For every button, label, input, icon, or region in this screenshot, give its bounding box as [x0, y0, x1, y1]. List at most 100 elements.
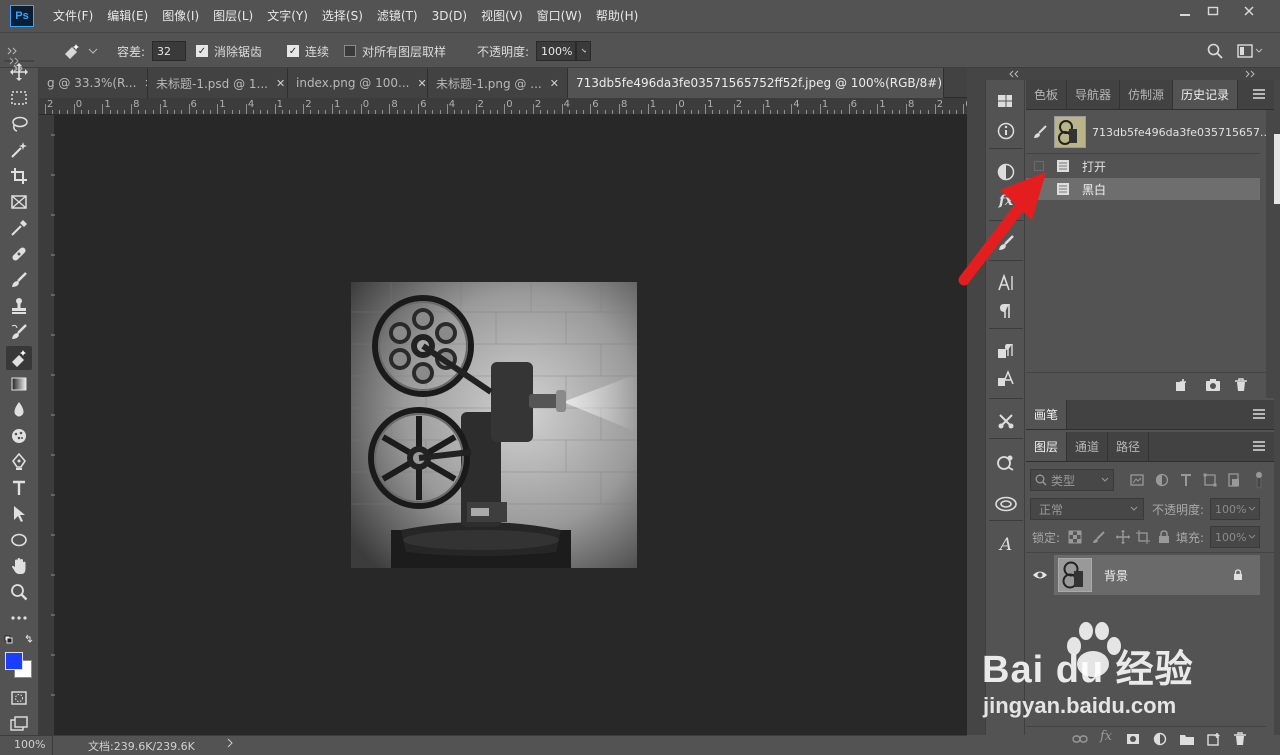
antialias-checkbox[interactable]: ✓ 消除锯齿 [196, 33, 262, 69]
menu-window[interactable]: 窗口(W) [530, 0, 589, 32]
history-step-black-white[interactable]: 黑白 [1026, 178, 1260, 200]
tab-layers[interactable]: 图层 [1026, 432, 1068, 461]
layer-opacity-input[interactable]: 100% [1210, 498, 1260, 520]
zoom-tool[interactable] [6, 580, 32, 604]
marquee-tool[interactable] [6, 86, 32, 110]
healing-brush-tool[interactable] [6, 242, 32, 266]
history-snapshot[interactable]: 713db5fe496da3fe035715657... [1026, 114, 1274, 150]
blend-mode-select[interactable]: 正常 [1030, 498, 1144, 520]
gradient-tool[interactable] [6, 372, 32, 396]
frame-tool[interactable] [6, 190, 32, 214]
filter-smart-object-icon[interactable] [1227, 473, 1241, 487]
delete-layer-icon[interactable] [1233, 732, 1247, 746]
tab-navigator[interactable]: 导航器 [1067, 80, 1121, 109]
close-tab-icon[interactable]: ✕ [409, 77, 426, 90]
menu-file[interactable]: 文件(F) [46, 0, 100, 32]
workspace-button[interactable] [1237, 33, 1263, 69]
tab-doc-4[interactable]: 未标题-1.png @ ... ✕ [428, 68, 568, 98]
ellipse-tool[interactable] [6, 528, 32, 552]
tool-preset-picker[interactable] [62, 33, 98, 69]
paragraph-panel-button[interactable] [992, 298, 1020, 324]
move-tool[interactable] [6, 60, 32, 84]
filter-adjustment-icon[interactable] [1155, 473, 1169, 487]
double-chevron-left-icon[interactable] [1007, 70, 1021, 78]
canvas-area[interactable] [55, 115, 967, 735]
filter-type-icon[interactable] [1179, 473, 1193, 487]
layer-row-background[interactable]: 背景 [1026, 554, 1260, 596]
panel-menu-button[interactable] [1253, 409, 1265, 419]
brush-tool[interactable] [6, 268, 32, 292]
menu-layer[interactable]: 图层(L) [206, 0, 260, 32]
eyedropper-tool[interactable] [6, 216, 32, 240]
clone-stamp-tool[interactable] [6, 294, 32, 318]
tab-doc-1[interactable]: g @ 33.3%(R... ✕ [39, 68, 148, 98]
menu-edit[interactable]: 编辑(E) [100, 0, 155, 32]
all-layers-checkbox[interactable]: 对所有图层取样 [344, 33, 446, 69]
dodge-tool[interactable] [6, 424, 32, 448]
tolerance-input[interactable]: 32 [152, 41, 186, 61]
dock-scroll-thumb[interactable] [1274, 134, 1280, 204]
more-tools-button[interactable] [6, 606, 32, 630]
restore-button[interactable] [1196, 0, 1230, 22]
layer-visibility-toggle[interactable] [1026, 554, 1054, 596]
menu-select[interactable]: 选择(S) [315, 0, 370, 32]
history-brush-source-icon[interactable] [1032, 124, 1048, 140]
pen-tool[interactable] [6, 450, 32, 474]
fill-input[interactable]: 100% [1210, 526, 1260, 548]
close-tab-icon[interactable]: ✕ [542, 77, 559, 90]
new-layer-icon[interactable] [1207, 732, 1221, 746]
menu-filter[interactable]: 滤镜(T) [370, 0, 425, 32]
menu-image[interactable]: 图像(I) [155, 0, 206, 32]
color-picker-swatches[interactable] [4, 650, 34, 680]
character-styles-button[interactable] [992, 366, 1020, 392]
tab-swatches[interactable]: 色板 [1026, 80, 1068, 109]
camera-icon[interactable] [1205, 378, 1221, 392]
path-selection-tool[interactable] [6, 502, 32, 526]
cc-libraries-button[interactable] [992, 449, 1020, 475]
lock-transparent-pixels-icon[interactable] [1068, 530, 1082, 544]
creative-cloud-button[interactable] [992, 491, 1020, 517]
link-layers-icon[interactable] [1072, 733, 1088, 745]
paragraph-styles-button[interactable] [992, 338, 1020, 364]
close-tab-icon[interactable]: ✕ [136, 77, 147, 90]
magic-eraser-tool[interactable] [6, 346, 32, 370]
menu-3d[interactable]: 3D(D) [425, 0, 474, 32]
new-group-icon[interactable] [1179, 732, 1195, 746]
trash-icon[interactable] [1234, 378, 1248, 392]
history-panel-button[interactable] [992, 89, 1020, 115]
filter-toggle-icon[interactable] [1254, 470, 1264, 490]
lasso-tool[interactable] [6, 112, 32, 136]
add-layer-style-icon[interactable]: fx [1100, 729, 1112, 744]
layer-row-selected[interactable]: 背景 [1054, 555, 1260, 595]
close-window-button[interactable] [1232, 0, 1266, 22]
status-menu-arrow[interactable] [226, 737, 234, 749]
contiguous-checkbox[interactable]: ✓ 连续 [287, 33, 329, 69]
tab-doc-2[interactable]: 未标题-1.psd @ 1... ✕ [148, 68, 288, 98]
tab-doc-active[interactable]: 713db5fe496da3fe03571565752ff52f.jpeg @ … [568, 68, 944, 98]
history-brush-tool[interactable] [6, 320, 32, 344]
crop-tool[interactable] [6, 164, 32, 188]
menu-view[interactable]: 视图(V) [474, 0, 530, 32]
double-chevron-right-icon[interactable] [1243, 70, 1257, 78]
tab-clone-source[interactable]: 仿制源 [1120, 80, 1174, 109]
filter-pixel-icon[interactable] [1130, 473, 1144, 487]
close-tab-icon[interactable]: ✕ [268, 77, 285, 90]
history-scrollbar[interactable] [1266, 110, 1274, 398]
tab-doc-3[interactable]: index.png @ 100... ✕ [288, 68, 428, 98]
lock-image-pixels-icon[interactable] [1092, 530, 1106, 544]
magic-wand-tool[interactable] [6, 138, 32, 162]
panel-menu-button[interactable] [1253, 89, 1265, 99]
tab-brushes[interactable]: 画笔 [1026, 400, 1068, 429]
layer-name[interactable]: 背景 [1104, 567, 1128, 584]
blur-tool[interactable] [6, 398, 32, 422]
type-tool[interactable] [6, 476, 32, 500]
tool-presets-button[interactable] [992, 408, 1020, 434]
tab-channels[interactable]: 通道 [1067, 432, 1109, 461]
zoom-level[interactable]: 100% [14, 738, 45, 751]
tab-history[interactable]: 历史记录 [1173, 80, 1239, 109]
quick-mask-button[interactable] [6, 686, 32, 710]
info-panel-button[interactable] [992, 118, 1020, 144]
lock-artboard-icon[interactable] [1136, 530, 1150, 544]
hand-tool[interactable] [6, 554, 32, 578]
add-mask-icon[interactable] [1126, 732, 1140, 746]
